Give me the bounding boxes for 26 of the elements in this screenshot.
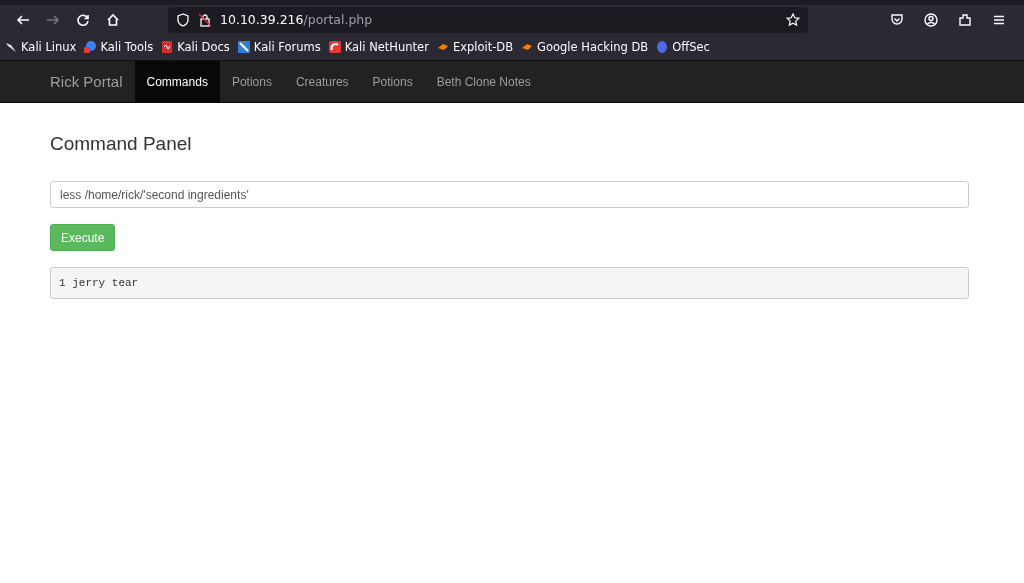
nav-tab[interactable]: Potions (360, 61, 425, 102)
brand-link[interactable]: Rick Portal (35, 61, 135, 102)
offsec-icon (656, 41, 669, 53)
shield-icon (176, 12, 190, 27)
document-icon (161, 41, 174, 53)
bookmark-link[interactable]: OffSec (653, 38, 713, 56)
tools-icon (84, 41, 97, 53)
address-bar[interactable]: 10.10.39.216/portal.php (168, 6, 808, 33)
nav-tab[interactable]: Creatures (283, 61, 361, 102)
bookmark-link[interactable]: Kali NetHunter (325, 38, 432, 56)
bookmark-link[interactable]: Kali Tools (81, 38, 157, 56)
bookmark-link[interactable]: Kali Forums (234, 38, 324, 56)
command-field[interactable]: less /home/rick/'second ingredients' (50, 181, 969, 208)
forum-icon (237, 41, 250, 53)
bookmark-link[interactable]: Kali Docs (158, 38, 233, 56)
nav-tab[interactable]: Potions (219, 61, 284, 102)
bookmark-link[interactable]: Kali Linux (2, 38, 80, 56)
panel-title: Command Panel (50, 133, 193, 156)
bookmark-link[interactable]: Exploit-DB (433, 38, 517, 56)
bookmark-link[interactable]: Google Hacking DB (518, 38, 652, 56)
nav-tab[interactable]: Beth Clone Notes (424, 61, 543, 102)
bookmark-star-icon[interactable] (786, 12, 800, 27)
command-output: 1 jerry tear (50, 267, 969, 299)
insecure-lock-icon (198, 12, 212, 27)
nav-tab[interactable]: Commands (134, 61, 220, 102)
nethunter-icon (328, 41, 341, 53)
